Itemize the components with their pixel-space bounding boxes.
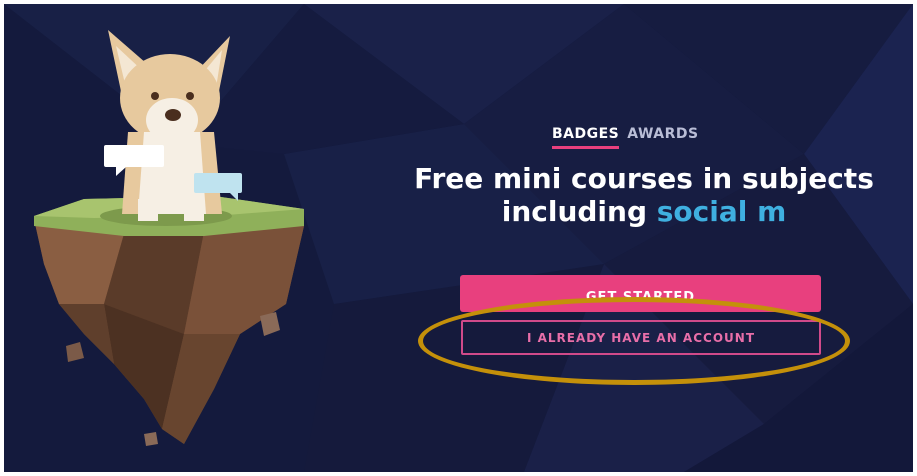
badge-award-tabs: BADGES AWARDS	[552, 126, 699, 150]
headline-prefix: including	[501, 195, 657, 228]
get-started-button[interactable]: GET STARTED	[460, 275, 821, 312]
floating-rock	[66, 342, 84, 362]
floating-rock	[144, 432, 158, 446]
headline-line-2: including social m	[399, 195, 889, 228]
get-started-label: GET STARTED	[585, 290, 696, 305]
tab-awards[interactable]: AWARDS	[627, 126, 698, 146]
headline-line-1: Free mini courses in subjects	[414, 162, 874, 195]
floating-rock	[260, 312, 280, 336]
app-screen: BADGES AWARDS Free mini courses in subje…	[4, 4, 913, 472]
corgi-island-illustration	[34, 30, 304, 446]
already-have-account-button[interactable]: I ALREADY HAVE AN ACCOUNT	[461, 320, 821, 355]
page-headline: Free mini courses in subjects including …	[399, 162, 889, 228]
headline-typed-subject: social m	[656, 195, 787, 228]
tab-badges[interactable]: BADGES	[552, 126, 620, 149]
